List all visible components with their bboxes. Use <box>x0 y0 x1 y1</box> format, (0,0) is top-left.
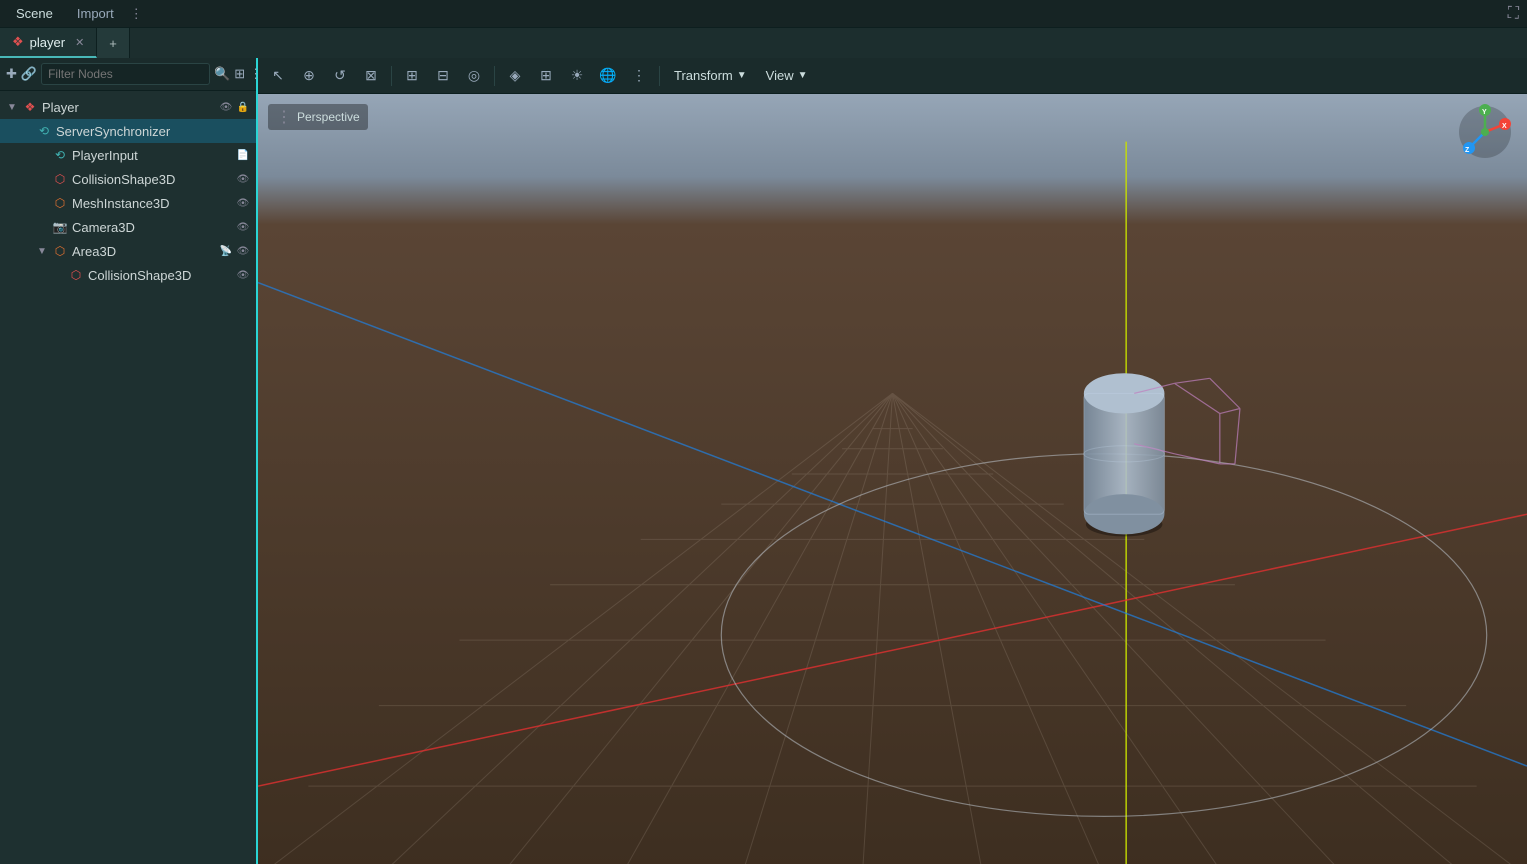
viewport-canvas[interactable]: ⋮ Perspective Z X <box>258 94 1527 864</box>
link-node-button[interactable]: 🔗 <box>21 62 37 86</box>
eye-icon-4: 👁 <box>236 244 250 258</box>
player-label: Player <box>42 100 215 115</box>
orientation-gizmo: Z X Y <box>1455 102 1515 162</box>
sync-icon: ⟲ <box>36 123 52 139</box>
viewport-toolbar: ↖ ⊕ ↺ ⊠ ⊞ ⊟ ◎ ◈ ⊞ ☀ 🌐 ⋮ Transform ▼ View… <box>258 58 1527 94</box>
view-button[interactable]: View ▼ <box>758 63 816 89</box>
left-panel: ✚ 🔗 🔍 ⊞ ⋮ ▼ ❖ Player 👁 🔒 ⟲ <box>0 58 258 864</box>
view-chevron: ▼ <box>798 70 808 81</box>
tree-node-playerinput[interactable]: ⟲ PlayerInput 📄 <box>0 143 256 167</box>
mesh-icon: ⬡ <box>52 195 68 211</box>
perspective-label: ⋮ Perspective <box>268 104 368 130</box>
svg-text:Z: Z <box>1465 147 1470 154</box>
lock-icon: 🔒 <box>236 100 250 114</box>
player-icon: ❖ <box>22 99 38 115</box>
camera-label: Camera3D <box>72 220 232 235</box>
expand-arrow-cam <box>36 221 48 233</box>
area-icon: ⬡ <box>52 243 68 259</box>
tree-node-area3d[interactable]: ▼ ⬡ Area3D 📡 👁 <box>0 239 256 263</box>
scene-svg <box>258 94 1527 864</box>
transform-chevron: ▼ <box>737 70 747 81</box>
snap-grid-button[interactable]: ⊞ <box>398 62 426 90</box>
tree-node-collision2[interactable]: ⬡ CollisionShape3D 👁 <box>0 263 256 287</box>
player-tab-close[interactable]: ✕ <box>75 36 84 49</box>
camera-icon: 📷 <box>52 219 68 235</box>
expand-arrow-input <box>36 149 48 161</box>
input-icon: ⟲ <box>52 147 68 163</box>
add-node-button[interactable]: ✚ <box>6 62 17 86</box>
app-menu-import[interactable]: Import <box>69 6 122 21</box>
tree-node-collision1[interactable]: ⬡ CollisionShape3D 👁 <box>0 167 256 191</box>
expand-arrow-player: ▼ <box>6 101 18 113</box>
perspective-text: Perspective <box>297 110 360 124</box>
group-button[interactable]: ◎ <box>460 62 488 90</box>
view-label: View <box>766 68 794 83</box>
shader-button[interactable]: ◈ <box>501 62 529 90</box>
tab-bar: ❖ player ✕ + <box>0 28 1527 58</box>
player-tab-icon: ❖ <box>12 34 24 50</box>
scale-mode-button[interactable]: ⊠ <box>357 62 385 90</box>
expand-arrow-mesh <box>36 197 48 209</box>
title-bar: Scene Import ⋮ ⛶ <box>0 0 1527 28</box>
eye-icon-5: 👁 <box>236 268 250 282</box>
playerinput-label: PlayerInput <box>72 148 232 163</box>
move-mode-button[interactable]: ⊕ <box>295 62 323 90</box>
toolbar-separator-2 <box>494 66 495 86</box>
env-button[interactable]: 🌐 <box>594 62 622 90</box>
search-button[interactable]: 🔍 <box>214 62 230 86</box>
area3d-label: Area3D <box>72 244 215 259</box>
tree-node-camera[interactable]: 📷 Camera3D 👁 <box>0 215 256 239</box>
main-layout: ✚ 🔗 🔍 ⊞ ⋮ ▼ ❖ Player 👁 🔒 ⟲ <box>0 58 1527 864</box>
svg-text:Y: Y <box>1482 109 1487 116</box>
rotate-mode-button[interactable]: ↺ <box>326 62 354 90</box>
tree-node-mesh[interactable]: ⬡ MeshInstance3D 👁 <box>0 191 256 215</box>
app-menu-scene[interactable]: Scene <box>8 6 61 21</box>
scene-tree-toolbar: ✚ 🔗 🔍 ⊞ ⋮ <box>0 58 256 91</box>
expand-arrow-col1 <box>36 173 48 185</box>
expand-arrow-col2 <box>52 269 64 281</box>
local-space-button[interactable]: ⊟ <box>429 62 457 90</box>
filter-nodes-input[interactable] <box>41 63 210 85</box>
script-icon: 📄 <box>236 148 250 162</box>
player-badges: 👁 🔒 <box>219 100 250 114</box>
add-tab-button[interactable]: + <box>97 28 130 58</box>
eye-icon-1: 👁 <box>236 172 250 186</box>
collision-icon-2: ⬡ <box>68 267 84 283</box>
toolbar-separator-1 <box>391 66 392 86</box>
collision2-label: CollisionShape3D <box>88 268 232 283</box>
tree-node-serversync[interactable]: ⟲ ServerSynchronizer <box>0 119 256 143</box>
viewport-more-button[interactable]: ⋮ <box>625 62 653 90</box>
tree-node-player[interactable]: ▼ ❖ Player 👁 🔒 <box>0 95 256 119</box>
expand-arrow-area: ▼ <box>36 245 48 257</box>
filter-options-button[interactable]: ⊞ <box>234 62 245 86</box>
overlay-button[interactable]: ⊞ <box>532 62 560 90</box>
fullscreen-button[interactable]: ⛶ <box>1508 5 1519 23</box>
svg-text:X: X <box>1502 123 1507 130</box>
perspective-dots: ⋮ <box>276 107 292 127</box>
mesh-label: MeshInstance3D <box>72 196 232 211</box>
expand-arrow-sync <box>20 125 32 137</box>
menu-dots[interactable]: ⋮ <box>130 6 143 22</box>
collision1-label: CollisionShape3D <box>72 172 232 187</box>
toolbar-separator-3 <box>659 66 660 86</box>
transform-label: Transform <box>674 68 733 83</box>
signal-icon: 📡 <box>219 244 233 258</box>
serversync-label: ServerSynchronizer <box>56 124 250 139</box>
scene-tree: ▼ ❖ Player 👁 🔒 ⟲ ServerSynchronizer ⟲ Pl… <box>0 91 256 864</box>
collision-icon-1: ⬡ <box>52 171 68 187</box>
viewport-area: ↖ ⊕ ↺ ⊠ ⊞ ⊟ ◎ ◈ ⊞ ☀ 🌐 ⋮ Transform ▼ View… <box>258 58 1527 864</box>
eye-icon-3: 👁 <box>236 220 250 234</box>
eye-icon-2: 👁 <box>236 196 250 210</box>
visibility-icon: 👁 <box>219 100 233 114</box>
player-tab[interactable]: ❖ player ✕ <box>0 28 97 58</box>
transform-button[interactable]: Transform ▼ <box>666 63 755 89</box>
sun-button[interactable]: ☀ <box>563 62 591 90</box>
player-tab-label: player <box>30 35 65 50</box>
select-mode-button[interactable]: ↖ <box>264 62 292 90</box>
